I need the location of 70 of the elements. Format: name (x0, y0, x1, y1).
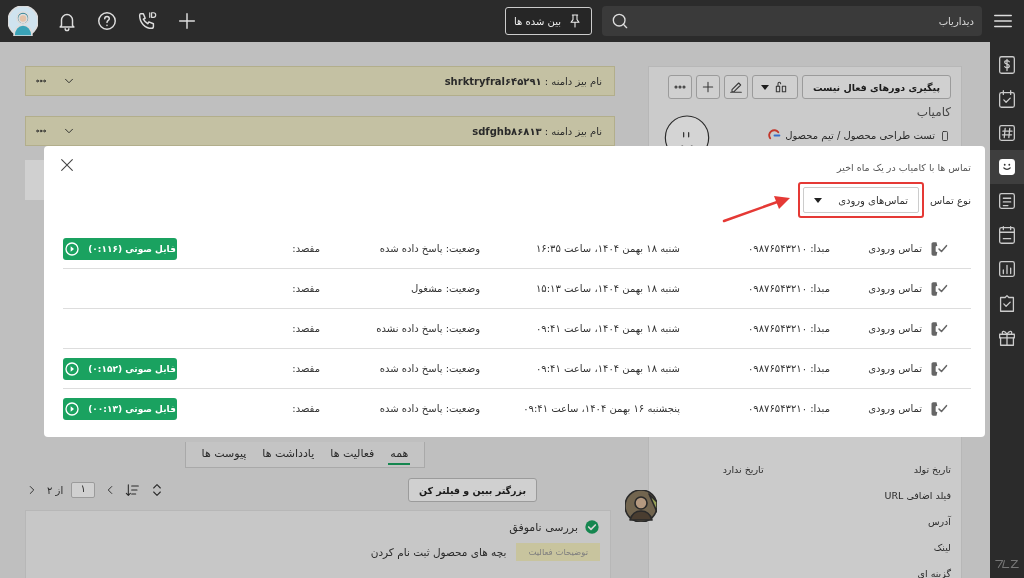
view-dropdown[interactable] (751, 75, 798, 99)
help-icon[interactable] (96, 10, 118, 32)
call-status: وضعیت: پاسخ داده شده (378, 243, 480, 254)
activity-title: بررسی ناموفق (509, 520, 578, 534)
call-type: تماس ورودی (867, 323, 922, 334)
plus-icon[interactable] (176, 10, 198, 32)
field-label: لینک (933, 541, 951, 553)
call-destination: مقصد: (291, 323, 320, 334)
pinned-button[interactable]: بین شده ها (505, 7, 592, 35)
call-origin: مبدا: ۰۹۸۷۶۵۴۳۲۱۰ (746, 283, 830, 294)
activity-text: بچه های محصول ثبت نام کردن (370, 546, 507, 558)
page-count: از ۲ (47, 484, 64, 496)
activity-tag: توضیحات فعالیت (516, 543, 600, 561)
phone-icon[interactable] (136, 10, 158, 32)
call-destination: مقصد: (291, 243, 320, 254)
contact-subtitle: تست طراحی محصول / تیم محصول (785, 130, 935, 141)
call-origin: مبدا: ۰۹۸۷۶۵۴۳۲۱۰ (746, 323, 830, 334)
call-type: تماس ورودی (867, 403, 922, 414)
tab[interactable]: فعالیت ها (328, 444, 377, 465)
call-type-select[interactable]: تماس‌های ورودی (803, 187, 920, 213)
avatar[interactable] (8, 6, 38, 36)
field-label: گزینه ای (917, 567, 951, 578)
dialog-title: تماس ها با کامیاب در یک ماه اخیر (837, 162, 971, 173)
domain-name: نام بیز دامنه : shrktryfral۶۴۵۲۹۱ (443, 75, 602, 87)
call-date: شنبه ۱۸ بهمن ۱۴۰۴، ساعت ۰۹:۴۱ (535, 323, 680, 334)
call-status: وضعیت: مشغول (409, 283, 480, 294)
arrow-icon (722, 195, 793, 223)
call-type: تماس ورودی (867, 243, 922, 254)
domain-name: نام بیز دامنه : sdfghb۸۶۸۱۳ (471, 125, 602, 137)
call-type: تماس ورودی (867, 283, 922, 294)
call-origin: مبدا: ۰۹۸۷۶۵۴۳۲۱۰ (746, 363, 830, 374)
play-icon (64, 400, 81, 417)
call-status: وضعیت: پاسخ داده نشده (375, 323, 480, 334)
tab[interactable]: یادداشت ها (260, 444, 317, 465)
pin-icon (567, 13, 583, 29)
field-label: فیلد اضافی URL (884, 489, 951, 501)
sort-icon[interactable] (125, 482, 142, 498)
contact-name: کامیاب (915, 105, 951, 119)
call-date: شنبه ۱۸ بهمن ۱۴۰۴، ساعت ۱۵:۱۳ (535, 283, 680, 294)
call-type: تماس ورودی (867, 363, 922, 374)
filter-label: نوع تماس (930, 194, 971, 206)
page-field[interactable]: ۱ (71, 482, 96, 498)
call-date: پنجشنبه ۱۶ بهمن ۱۴۰۴، ساعت ۰۹:۴۱ (522, 403, 680, 414)
call-date: شنبه ۱۸ بهمن ۱۴۰۴، ساعت ۰۹:۴۱ (535, 363, 680, 374)
filter-button[interactable]: بزرگتر ببین و فیلتر کن (407, 478, 537, 502)
call-origin: مبدا: ۰۹۸۷۶۵۴۳۲۱۰ (746, 403, 830, 414)
add-button[interactable] (695, 75, 720, 99)
pencil-icon (727, 79, 744, 95)
call-origin: مبدا: ۰۹۸۷۶۵۴۳۲۱۰ (746, 243, 830, 254)
google-icon (768, 129, 782, 142)
tab[interactable]: پیوست ها (199, 444, 249, 465)
field-label: آدرس (927, 515, 951, 527)
close-icon[interactable] (59, 157, 75, 173)
edit-button[interactable] (723, 75, 748, 99)
call-destination: مقصد: (291, 363, 320, 374)
follow-button[interactable]: پیگیری دورهای فعال نیست (801, 75, 951, 99)
call-destination: مقصد: (291, 283, 320, 294)
field-label: تاریخ تولد (913, 463, 951, 475)
search-field[interactable]: دیداریاب (602, 6, 982, 36)
call-date: شنبه ۱۸ بهمن ۱۴۰۴، ساعت ۱۶:۳۵ (535, 243, 680, 254)
search-icon (610, 11, 630, 31)
call-status: وضعیت: پاسخ داده شده (378, 403, 480, 414)
device-icon (939, 129, 951, 142)
play-icon (64, 360, 81, 377)
call-status: وضعیت: پاسخ داده شده (378, 363, 480, 374)
logo-icon (994, 558, 1020, 570)
call-destination: مقصد: (291, 403, 320, 414)
field-value: تاریخ ندارد (722, 463, 764, 475)
tab[interactable]: همه (388, 444, 411, 465)
play-icon (64, 240, 81, 257)
